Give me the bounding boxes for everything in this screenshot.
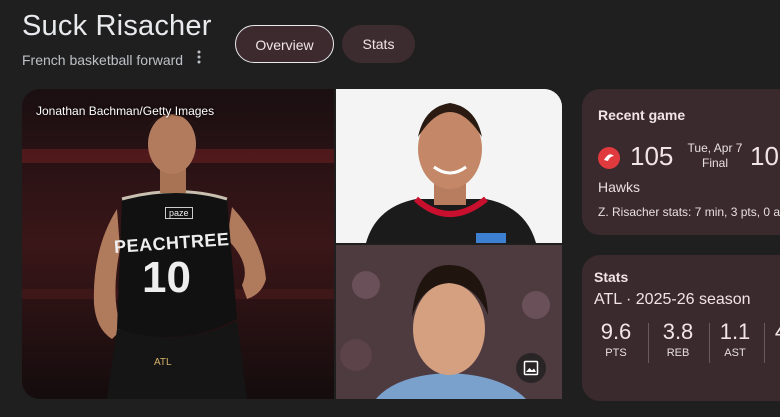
jersey-number: 10: [142, 253, 191, 302]
subtitle: French basketball forward: [22, 52, 184, 68]
stat-value: 4: [756, 319, 780, 345]
recent-game-label: Recent game: [598, 107, 686, 123]
game-status: Final: [701, 156, 728, 170]
stat-ast: 1.1 AST: [710, 319, 760, 359]
page-title: Suck Risacher: [22, 10, 212, 42]
stat-divider: [648, 323, 649, 363]
home-score: 105: [630, 141, 674, 171]
more-vert-icon[interactable]: [192, 50, 206, 68]
hawks-logo-icon: [598, 147, 620, 169]
stat-label: AST: [724, 347, 746, 359]
stat-reb: 3.8 REB: [653, 319, 703, 359]
stats-card[interactable]: Stats ATL · 2025-26 season 9.6 PTS 3.8 R…: [582, 255, 780, 401]
stat-value: 1.1: [719, 319, 751, 344]
image-icon[interactable]: [516, 353, 546, 383]
game-date: Tue, Apr 7: [687, 141, 743, 155]
tab-overview[interactable]: Overview: [235, 25, 334, 63]
team-name: Hawks: [598, 179, 641, 195]
player-photo-main[interactable]: PEACHTREE 10 paze ATL Jonathan Bachman/G…: [22, 89, 334, 399]
photo-credit: Jonathan Bachman/Getty Images: [36, 104, 215, 118]
player-game-stats: Z. Risacher stats: 7 min, 3 pts, 0 ast: [598, 205, 780, 219]
season-label: ATL · 2025-26 season: [594, 291, 751, 308]
jersey-badge: paze: [165, 207, 193, 219]
stat-label: PTS: [605, 347, 627, 359]
shorts-text: ATL: [154, 357, 172, 368]
stat-value: 9.6: [600, 319, 632, 344]
game-date-status: Tue, Apr 7 Final: [685, 141, 745, 171]
stat-pts: 9.6 PTS: [591, 319, 641, 359]
player-photo-secondary[interactable]: [336, 245, 562, 399]
stat-extra: 4: [756, 319, 780, 347]
away-score: 108: [750, 141, 780, 171]
stat-label: REB: [666, 347, 690, 359]
recent-game-card[interactable]: Recent game 105 Tue, Apr 7 Final 108 Haw…: [582, 89, 780, 235]
player-photo-headshot[interactable]: [336, 89, 562, 243]
tab-stats[interactable]: Stats: [342, 25, 415, 63]
stats-label: Stats: [594, 269, 629, 285]
stat-value: 3.8: [662, 319, 694, 344]
